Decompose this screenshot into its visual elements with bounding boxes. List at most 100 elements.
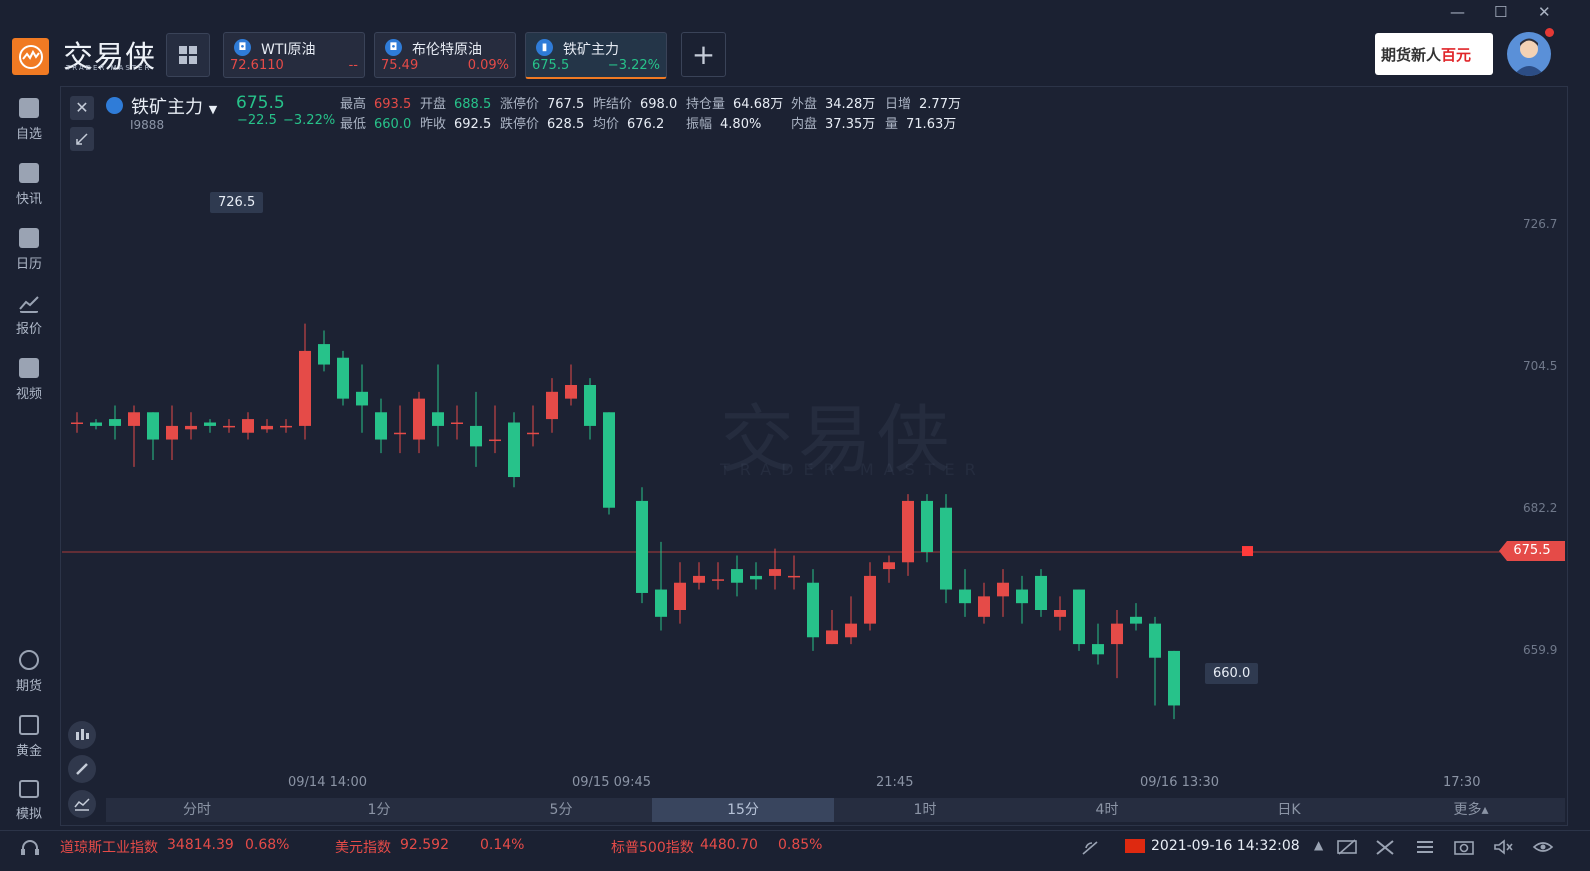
quote-field: 内盘 37.35万: [791, 113, 875, 132]
quote-value: 2.77万: [919, 97, 961, 112]
quote-field: 涨停价 767.5: [500, 93, 584, 112]
quote-value: 698.0: [640, 97, 678, 112]
tab-name: 布伦特原油: [412, 42, 482, 58]
promo-banner[interactable]: 期货新人百元: [1375, 33, 1493, 75]
quote-value: 4.80%: [720, 117, 762, 132]
quote-value: 71.63万: [906, 117, 957, 132]
chart-type-button[interactable]: [68, 790, 96, 818]
oil-icon: ◘: [385, 39, 402, 56]
top-bar: 交易侠 TRADER MASTER ◘ WTI原油 72.6110 -- ◘ 布…: [0, 0, 1590, 88]
bar-chart-icon: [106, 97, 123, 114]
tab-wti[interactable]: ◘ WTI原油 72.6110 --: [223, 32, 365, 78]
app-logo-icon: [12, 38, 49, 75]
ticker-name[interactable]: 道琼斯工业指数: [60, 837, 158, 857]
close-window-icon[interactable]: ✕: [1538, 3, 1551, 21]
quote-value: 628.5: [547, 117, 585, 132]
signal-icon[interactable]: [1080, 839, 1100, 857]
period-tab[interactable]: 日K: [1198, 798, 1380, 822]
indicator-tool-button[interactable]: [68, 721, 96, 749]
sidebar-item-label: 期货: [15, 679, 42, 694]
camera-icon[interactable]: [1453, 838, 1475, 856]
quote-value: 64.68万: [733, 97, 784, 112]
quote-field: 昨结价 698.0: [593, 93, 677, 112]
quote-label: 昨收: [420, 117, 447, 132]
quote-label: 跌停价: [500, 117, 540, 132]
sidebar-item-label: 报价: [15, 322, 42, 337]
news-icon: [19, 163, 39, 183]
mute-icon[interactable]: [1492, 838, 1514, 856]
tab-price: 72.6110: [230, 58, 284, 73]
sidebar-item-gold[interactable]: 黄金: [0, 715, 58, 775]
tools-icon[interactable]: [1374, 838, 1396, 856]
maximize-icon[interactable]: ☐: [1494, 3, 1507, 21]
period-tab[interactable]: 5分: [470, 798, 652, 822]
clock: 2021-09-16 14:32:08: [1151, 838, 1300, 854]
quote-field: 持仓量 64.68万: [686, 93, 783, 112]
symbol-change-pct: −3.22%: [283, 113, 336, 128]
chevron-down-icon[interactable]: ▼: [209, 103, 217, 116]
tab-brent[interactable]: ◘ 布伦特原油 75.49 0.09%: [374, 32, 516, 78]
bar-chart-icon: ▮: [536, 39, 553, 56]
add-tab-button[interactable]: +: [681, 32, 726, 77]
tab-price: 75.49: [381, 58, 419, 73]
quote-field: 最高 693.5: [340, 93, 411, 112]
quote-label: 昨结价: [593, 97, 633, 112]
current-price-tag: 675.5: [1499, 541, 1565, 561]
quote-value: 660.0: [374, 117, 412, 132]
period-tab-active[interactable]: 15分: [652, 798, 834, 822]
notification-dot: [1545, 28, 1554, 37]
shrink-icon: [76, 133, 88, 145]
period-tab[interactable]: 1时: [834, 798, 1016, 822]
sidebar-item-futures[interactable]: 期货: [0, 650, 58, 710]
line-chart-icon: [74, 798, 90, 811]
eye-icon[interactable]: [1532, 838, 1554, 856]
user-avatar-icon: [1513, 38, 1545, 76]
sidebar-item-quotes[interactable]: 报价: [0, 293, 58, 353]
sidebar-item-favorites[interactable]: 自选: [0, 98, 58, 158]
tab-price: 675.5: [532, 58, 570, 73]
y-tick: 704.5: [1523, 359, 1558, 373]
grid-icon: [179, 46, 197, 64]
ticker-name[interactable]: 美元指数: [335, 837, 391, 857]
ticker-value: 34814.39: [167, 837, 234, 853]
quote-label: 均价: [593, 117, 620, 132]
layout-grid-button[interactable]: [166, 33, 210, 77]
minimize-icon[interactable]: —: [1450, 3, 1465, 21]
max-price-label: 726.5: [210, 192, 264, 213]
ticker-pct: 0.68%: [245, 837, 290, 853]
draw-tool-button[interactable]: [68, 755, 96, 783]
china-flag-icon: [1125, 839, 1145, 853]
sidebar-item-news[interactable]: 快讯: [0, 163, 58, 223]
avatar[interactable]: [1507, 32, 1551, 76]
x-tick: 09/16 13:30: [1140, 775, 1220, 790]
ticker-name[interactable]: 标普500指数: [611, 837, 694, 857]
period-tab[interactable]: 分时: [106, 798, 288, 822]
gold-icon: [19, 715, 39, 735]
min-price-label: 660.0: [1205, 663, 1259, 684]
quote-field: 昨收 692.5: [420, 113, 491, 132]
quote-value: 693.5: [374, 97, 412, 112]
sidebar-item-video[interactable]: 视频: [0, 358, 58, 418]
more-periods-button[interactable]: 更多▴: [1380, 798, 1562, 822]
quote-label: 外盘: [791, 97, 818, 112]
sidebar-item-label: 黄金: [15, 744, 42, 759]
quote-label: 最高: [340, 97, 367, 112]
tab-change: --: [348, 58, 358, 73]
x-tick: 09/14 14:00: [288, 775, 368, 790]
period-tab[interactable]: 1分: [288, 798, 470, 822]
close-chart-button[interactable]: ✕: [70, 96, 94, 120]
screen-off-icon[interactable]: [1336, 838, 1358, 856]
tab-iron-ore[interactable]: ▮ 铁矿主力 675.5 −3.22%: [525, 32, 667, 79]
quote-field: 跌停价 628.5: [500, 113, 584, 132]
symbol-name[interactable]: 铁矿主力 ▼: [131, 93, 217, 119]
period-tab[interactable]: 4时: [1016, 798, 1198, 822]
menu-icon[interactable]: [1414, 838, 1436, 856]
headset-icon[interactable]: [20, 839, 40, 857]
tab-change: −3.22%: [607, 58, 660, 73]
ticker-value: 92.592: [400, 837, 449, 853]
chevron-up-icon[interactable]: ▲: [1314, 838, 1323, 852]
sidebar-item-calendar[interactable]: 日历: [0, 228, 58, 288]
video-icon: [19, 358, 39, 378]
collapse-chart-button[interactable]: [70, 127, 94, 151]
quote-field: 日增 2.77万: [885, 93, 961, 112]
